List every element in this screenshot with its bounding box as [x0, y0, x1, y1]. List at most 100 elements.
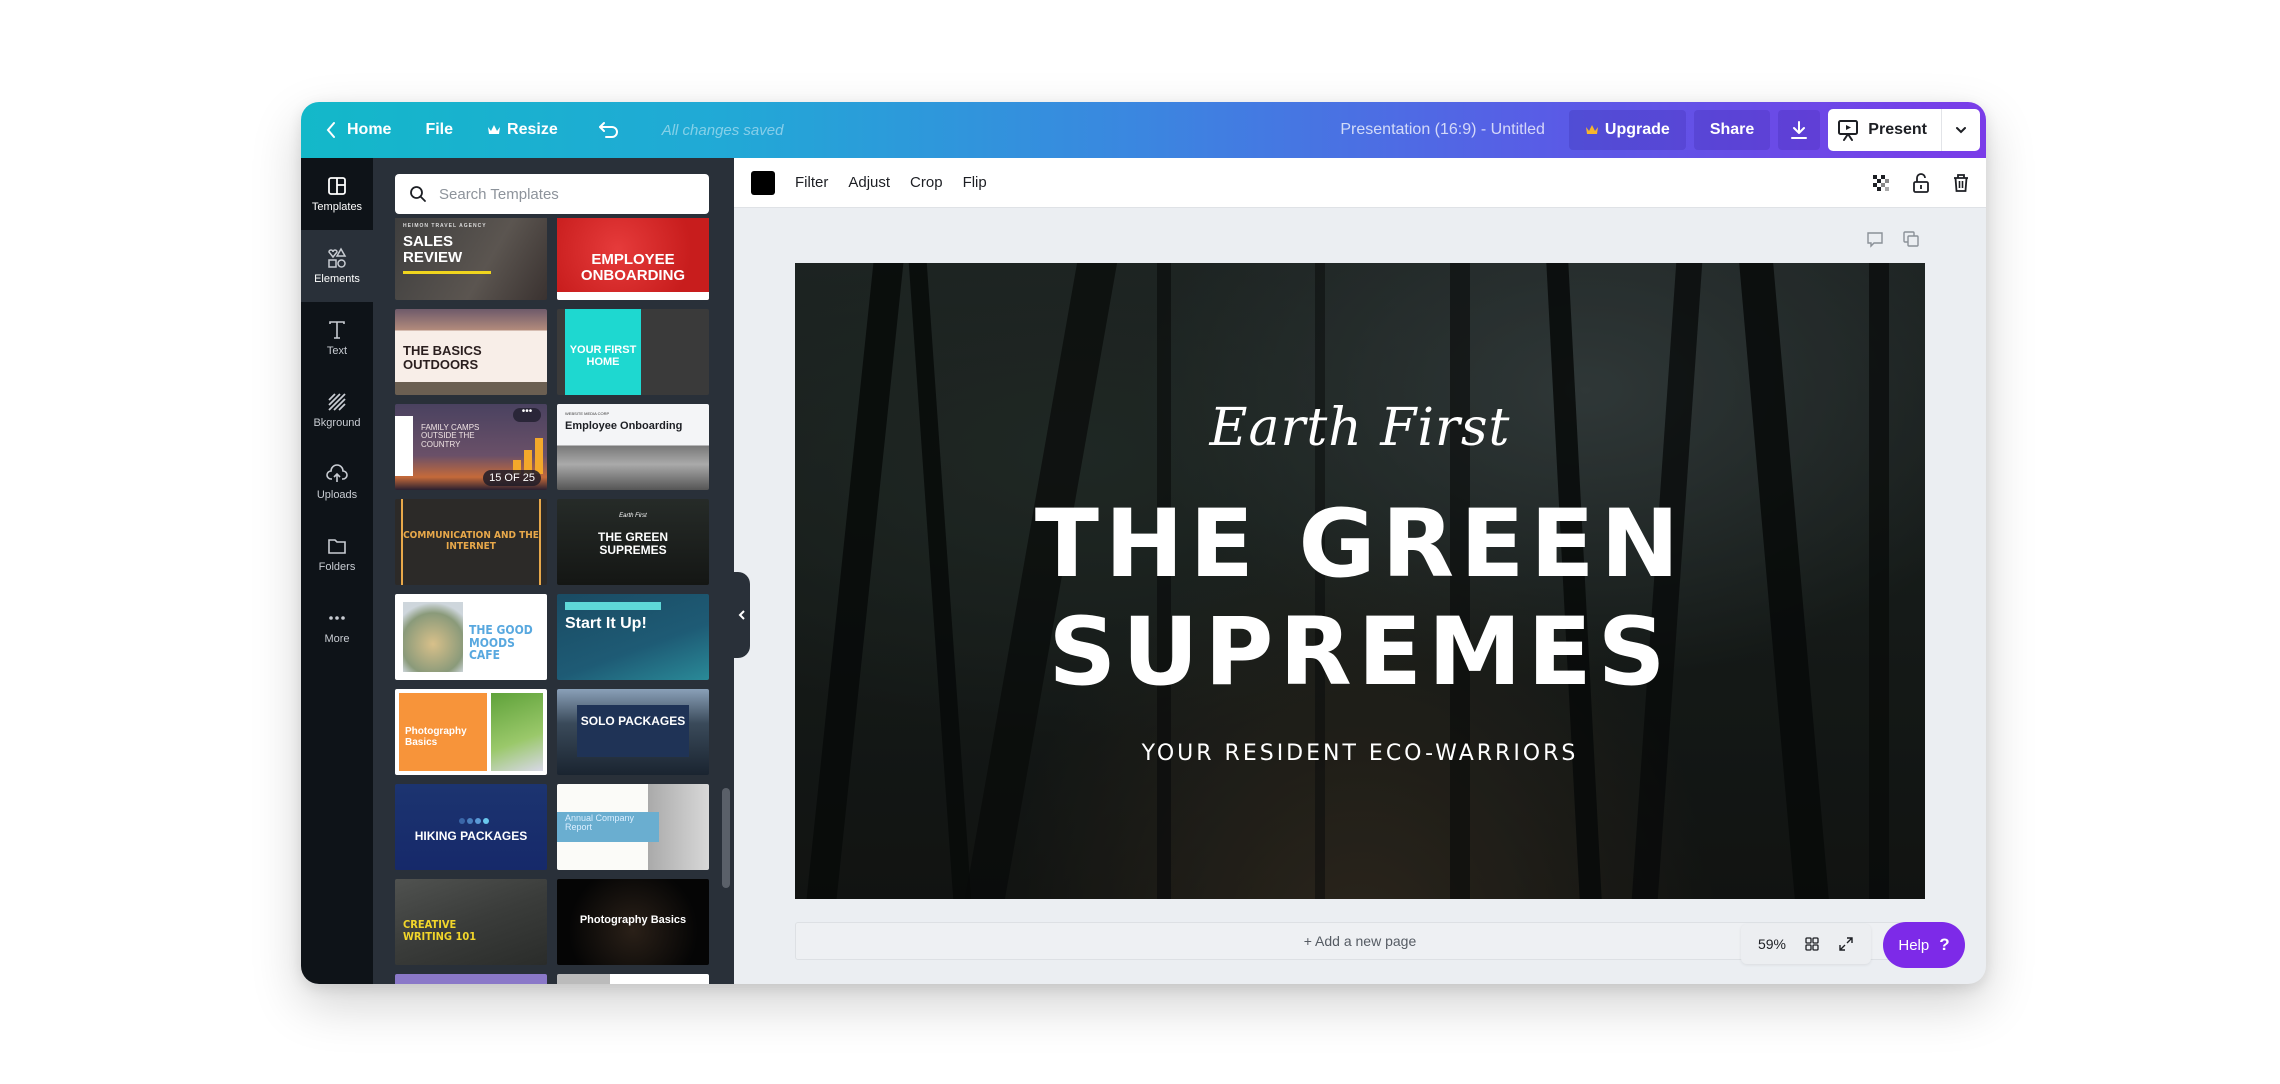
template-thumb[interactable]: [395, 974, 547, 984]
template-title: YOUR FIRST HOME: [569, 344, 637, 368]
resize-label: Resize: [507, 121, 558, 138]
undo-icon: [598, 122, 618, 138]
rail-item-elements[interactable]: Elements: [301, 230, 373, 302]
rail-item-background[interactable]: Bkground: [301, 374, 373, 446]
crop-button[interactable]: Crop: [900, 174, 953, 191]
rail-item-templates[interactable]: Templates: [301, 158, 373, 230]
help-button[interactable]: Help ?: [1883, 922, 1965, 968]
resize-button[interactable]: Resize: [475, 110, 570, 150]
template-thumb[interactable]: WEBSITE MEDIA CORP Employee Onboarding: [557, 404, 709, 490]
slide-title-line: SUPREMES: [1048, 598, 1672, 707]
unlock-icon[interactable]: [1910, 172, 1932, 194]
adjust-button[interactable]: Adjust: [838, 174, 900, 191]
rail-label: Folders: [318, 561, 356, 573]
present-options-button[interactable]: [1942, 109, 1980, 151]
document-title[interactable]: Presentation (16:9) - Untitled: [1340, 121, 1545, 139]
home-label: Home: [347, 121, 392, 138]
present-button[interactable]: Present: [1828, 109, 1942, 151]
rail-item-uploads[interactable]: Uploads: [301, 446, 373, 518]
template-thumb[interactable]: Start It Up!: [557, 594, 709, 680]
template-thumb[interactable]: EMPLOYEE ONBOARDING: [557, 218, 709, 300]
template-thumb[interactable]: HIKING PACKAGES: [395, 784, 547, 870]
template-thumb[interactable]: Photography Basics: [395, 689, 547, 775]
search-templates-input[interactable]: [439, 185, 689, 203]
slide-subtitle[interactable]: YOUR RESIDENT ECO-WARRIORS: [795, 741, 1925, 766]
template-thumb[interactable]: THE GOOD MOODS CAFE: [395, 594, 547, 680]
flip-button[interactable]: Flip: [953, 174, 997, 191]
text-icon: [329, 321, 345, 339]
file-menu-button[interactable]: File: [413, 110, 465, 150]
template-thumb[interactable]: [557, 974, 709, 984]
template-thumb[interactable]: HEIMON TRAVEL AGENCY SALES REVIEW: [395, 218, 547, 300]
undo-button[interactable]: [586, 110, 632, 150]
duplicate-page-icon[interactable]: [1902, 230, 1920, 248]
template-thumb[interactable]: FAMILY CAMPS OUTSIDE THE COUNTRY ••• 15 …: [395, 404, 547, 490]
transparency-icon[interactable]: [1870, 172, 1892, 194]
template-thumb[interactable]: SOLO PACKAGES: [557, 689, 709, 775]
template-thumb[interactable]: THE BASICS OUTDOORS: [395, 309, 547, 395]
chevron-down-icon: [1956, 127, 1966, 134]
share-label: Share: [1709, 121, 1755, 138]
search-icon: [410, 186, 426, 202]
template-title: SALES REVIEW: [403, 233, 463, 266]
save-status: All changes saved: [661, 121, 784, 139]
rail-label: Templates: [311, 201, 363, 213]
panel-scrollbar[interactable]: [722, 788, 730, 888]
color-swatch[interactable]: [751, 170, 775, 195]
template-title: COMMUNICATION AND THE INTERNET: [403, 530, 539, 552]
rail-label: Uploads: [316, 489, 358, 501]
collapse-panel-button[interactable]: [734, 572, 750, 658]
template-options-button[interactable]: •••: [513, 407, 541, 422]
search-box[interactable]: [395, 174, 709, 214]
trash-icon[interactable]: [1950, 172, 1972, 194]
grid-view-icon[interactable]: [1804, 936, 1820, 952]
template-thumb[interactable]: COMMUNICATION AND THE INTERNET: [395, 499, 547, 585]
editor-window: Home File Resize All changes saved Prese…: [301, 102, 1986, 984]
chevron-left-icon: [738, 610, 745, 620]
present-label: Present: [1868, 121, 1927, 138]
slide-script-heading[interactable]: Earth First: [795, 398, 1925, 458]
elements-icon: [328, 247, 347, 268]
rail-item-folders[interactable]: Folders: [301, 518, 373, 590]
present-button-group: Present: [1828, 109, 1980, 151]
rail-label: Text: [326, 345, 348, 357]
template-thumb[interactable]: Earth First THE GREEN SUPREMES: [557, 499, 709, 585]
upgrade-label: Upgrade: [1604, 121, 1670, 138]
slide-tools: [1866, 230, 1920, 248]
template-thumb[interactable]: Annual Company Report: [557, 784, 709, 870]
page-count-badge: 15 OF 25: [483, 470, 541, 486]
slide-title[interactable]: THE GREEN SUPREMES: [795, 491, 1925, 707]
rail-item-text[interactable]: Text: [301, 302, 373, 374]
help-label: Help: [1898, 936, 1930, 954]
image-toolbar: Filter Adjust Crop Flip: [734, 158, 1986, 208]
uploads-icon: [326, 464, 348, 482]
more-icon: [329, 616, 345, 620]
templates-icon: [328, 177, 346, 195]
template-thumb[interactable]: CREATIVE WRITING 101: [395, 879, 547, 965]
present-screen-icon: [1838, 120, 1859, 141]
template-title: SOLO PACKAGES: [580, 714, 686, 728]
rail-label: Elements: [314, 273, 360, 285]
download-icon: [1791, 121, 1808, 139]
comment-icon[interactable]: [1866, 230, 1884, 248]
template-title: Photography Basics: [579, 914, 687, 926]
template-thumb[interactable]: Photography Basics: [557, 879, 709, 965]
template-title: THE GOOD MOODS CAFE: [469, 623, 533, 663]
crown-icon: [488, 125, 501, 134]
template-title: Employee Onboarding: [565, 420, 683, 432]
download-button[interactable]: [1778, 110, 1821, 150]
template-title: CREATIVE WRITING 101: [403, 918, 477, 943]
fullscreen-icon[interactable]: [1838, 936, 1854, 952]
slide-canvas[interactable]: Earth First THE GREEN SUPREMES YOUR RESI…: [795, 263, 1925, 899]
side-rail: Templates Elements Text Bkground Uploads…: [301, 158, 373, 984]
rail-item-more[interactable]: More: [301, 590, 373, 662]
folder-icon: [328, 539, 346, 554]
upgrade-button[interactable]: Upgrade: [1568, 110, 1686, 150]
home-button[interactable]: Home: [313, 110, 403, 150]
filter-button[interactable]: Filter: [785, 174, 838, 191]
rail-label: More: [324, 633, 350, 645]
crown-icon: [1585, 125, 1598, 134]
share-button[interactable]: Share: [1693, 110, 1771, 150]
template-thumb[interactable]: YOUR FIRST HOME: [557, 309, 709, 395]
zoom-level[interactable]: 59%: [1758, 936, 1786, 952]
